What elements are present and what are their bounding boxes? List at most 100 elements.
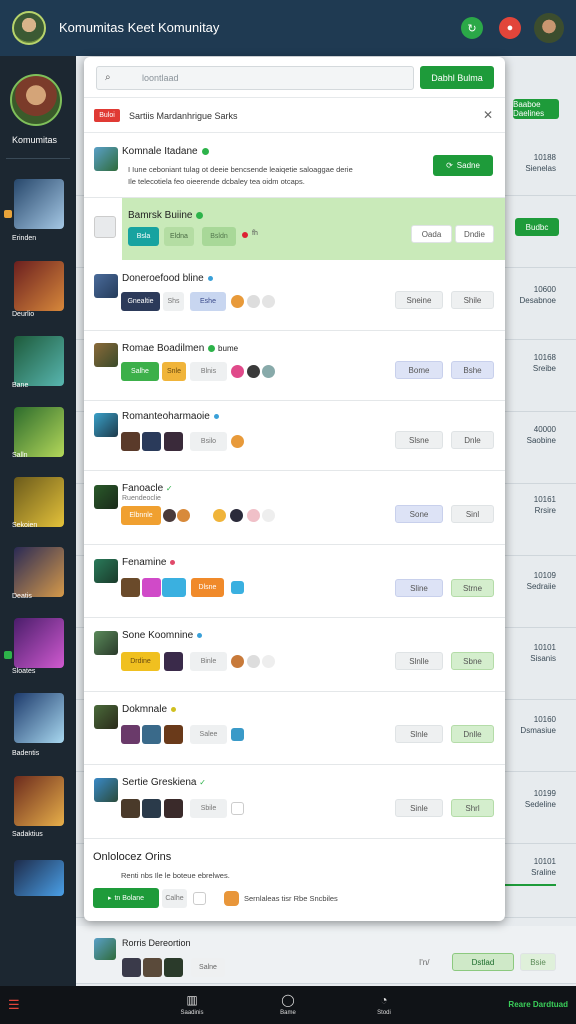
sidebar-game-1[interactable] <box>14 179 64 229</box>
status-dot-icon <box>242 232 248 238</box>
member-chip[interactable]: Snle <box>162 362 186 381</box>
sidebar-game-7[interactable] <box>14 618 64 668</box>
member-chip[interactable]: Binle <box>190 652 227 671</box>
close-icon[interactable]: ✕ <box>483 108 493 122</box>
sidebar-game-10[interactable] <box>14 860 64 896</box>
member-secondary-button[interactable]: Sinl <box>451 505 494 523</box>
online-title: Onlolocez Orins <box>93 851 172 863</box>
member-action-button[interactable]: Slnle <box>395 725 443 743</box>
online-join-button[interactable]: ▸ tn Bolane <box>93 888 159 908</box>
featured-join-label: Sadne <box>456 161 480 170</box>
member-action-button[interactable]: Sline <box>395 579 443 597</box>
featured-row[interactable]: Komnale Itadane I Iune ceboniant tulag o… <box>84 134 505 198</box>
highlighted-row[interactable]: Bamrsk Buiine Bsla Eldna Bsldn fh Oada D… <box>84 198 505 262</box>
sidebar-game-9[interactable] <box>14 776 64 826</box>
app-title: Komumitas Keet Komunitay <box>59 20 220 35</box>
member-row[interactable]: Doneroefood bline Gnealtie Shs Eshe Snei… <box>84 262 505 331</box>
community-avatar[interactable] <box>12 11 46 45</box>
member-chip[interactable]: Elbnnle <box>121 506 161 525</box>
member-row[interactable]: Fenamine Dlsne Sline Strne <box>84 545 505 618</box>
member-chip[interactable]: Blnis <box>190 362 227 381</box>
online-dot-icon <box>196 211 204 219</box>
right-join-button[interactable]: Budbc <box>515 218 559 236</box>
member-secondary-button[interactable]: Dnlle <box>451 725 494 743</box>
search-input[interactable]: ⌕ loontlaad <box>96 66 414 90</box>
highlight-chip[interactable]: Eldna <box>164 227 194 246</box>
member-chip[interactable]: Gnealtie <box>121 292 160 311</box>
member-avatar <box>94 705 118 729</box>
highlight-chip[interactable]: Bsla <box>128 227 159 246</box>
member-action-button[interactable]: Sneine <box>395 291 443 309</box>
member-action-button[interactable]: Sinle <box>395 799 443 817</box>
row-count-sub: Rrsire <box>534 506 556 515</box>
member-chip[interactable]: Shs <box>163 292 184 311</box>
bottom-row-chip[interactable]: Salne <box>191 958 225 977</box>
notification-icon[interactable]: ● <box>499 17 521 39</box>
member-chip[interactable]: Eshe <box>190 292 226 311</box>
member-secondary-button[interactable]: Bshe <box>451 361 494 379</box>
member-chip[interactable]: Bsilo <box>190 432 227 451</box>
notice-bar: Buloi Sartiis Mardanhrigue Sarks ✕ <box>84 97 505 133</box>
row-count-value: 10101 <box>533 643 556 652</box>
online-chip[interactable]: Calhe <box>162 889 187 908</box>
nav-label: Stodi <box>377 1010 391 1016</box>
refresh-icon[interactable]: ↻ <box>461 17 483 39</box>
member-avatar-mini <box>231 802 244 815</box>
sidebar-game-2[interactable] <box>14 261 64 311</box>
member-chip[interactable]: Dlsne <box>191 578 224 597</box>
row-count-value: 10109 <box>533 571 556 580</box>
member-secondary-button[interactable]: Shile <box>451 291 494 309</box>
sidebar-game-5[interactable] <box>14 477 64 527</box>
bottom-row-action-button[interactable]: Dstlad <box>452 953 514 971</box>
nav-item[interactable]: ▥ Saadinis <box>172 993 212 1016</box>
row-count: 40000 Saobine <box>527 424 556 446</box>
sidebar-game-3[interactable] <box>14 336 64 386</box>
member-chip[interactable]: Salee <box>190 725 227 744</box>
sidebar-game-6[interactable] <box>14 547 64 597</box>
member-row[interactable]: Romae Boadilmen bume Salhe Snle Blnis Bo… <box>84 331 505 401</box>
sidebar-community-avatar[interactable] <box>10 74 62 126</box>
member-row[interactable]: Dokmnale Salee Slnle Dnlle <box>84 692 505 765</box>
member-action-button[interactable]: Sone <box>395 505 443 523</box>
member-action-button[interactable]: Bome <box>395 361 443 379</box>
menu-icon[interactable]: ☰ <box>8 997 20 1013</box>
bottom-right-link[interactable]: Reare Dardtuad <box>508 1000 568 1009</box>
row-count-value: 10101 <box>533 857 556 866</box>
member-secondary-button[interactable]: Dnle <box>451 431 494 449</box>
member-row[interactable]: Sone Koomnine Drdine Binle Slnlle Sbne <box>84 618 505 692</box>
member-secondary-button[interactable]: Shrl <box>451 799 494 817</box>
bottom-row-action-label: Dstlad <box>471 957 495 967</box>
featured-join-button[interactable]: ⟳ Sadne <box>433 155 493 176</box>
member-action-button[interactable]: Slnlle <box>395 652 443 670</box>
member-row[interactable]: Fanoacle ✓ Ruendeoclie Elbnnle Sone Sinl <box>84 471 505 545</box>
nav-item[interactable]: ◯ Bame <box>268 993 308 1016</box>
sidebar-game-8[interactable] <box>14 693 64 743</box>
member-row[interactable]: Sertie Greskiena ✓ Sbile Sinle Shrl <box>84 765 505 839</box>
user-avatar[interactable] <box>534 13 564 43</box>
nav-item[interactable]: ◔ Stodi <box>364 993 404 1016</box>
member-chip[interactable]: Salhe <box>121 362 159 381</box>
sidebar-game-label: Salln <box>12 452 28 459</box>
member-action-button[interactable]: Slsne <box>395 431 443 449</box>
highlight-action-button[interactable]: Oada <box>411 225 452 243</box>
sidebar-game-4[interactable] <box>14 407 64 457</box>
row-count-value: 40000 <box>533 425 556 434</box>
member-name: Fanoacle ✓ <box>122 483 173 494</box>
member-secondary-button[interactable]: Sbne <box>451 652 494 670</box>
search-button[interactable]: Dabhl Bulma <box>420 66 494 89</box>
member-chip[interactable]: Sbile <box>190 799 227 818</box>
row-count: 10160 Dsmasiue <box>520 714 556 736</box>
highlight-chip[interactable]: Bsldn <box>202 227 236 246</box>
play-icon: ▸ <box>107 895 112 902</box>
bottom-row[interactable]: Rorris Dereortion Salne I'n/ Dstlad Bsie <box>76 926 576 984</box>
chat-icon: ◔ <box>380 993 388 1007</box>
member-chip[interactable]: Drdine <box>121 652 160 671</box>
highlight-secondary-button[interactable]: Dndie <box>455 225 494 243</box>
member-thumb <box>164 432 183 451</box>
member-name-text: Dokmnale <box>122 704 168 715</box>
member-row[interactable]: Romanteoharmaoie Bsilo Slsne Dnle <box>84 401 505 471</box>
right-top-button[interactable]: Baaboe Daelines <box>513 99 559 119</box>
row-count-value: 10161 <box>533 495 556 504</box>
bottom-row-secondary-button[interactable]: Bsie <box>520 953 556 971</box>
member-secondary-button[interactable]: Strne <box>451 579 494 597</box>
